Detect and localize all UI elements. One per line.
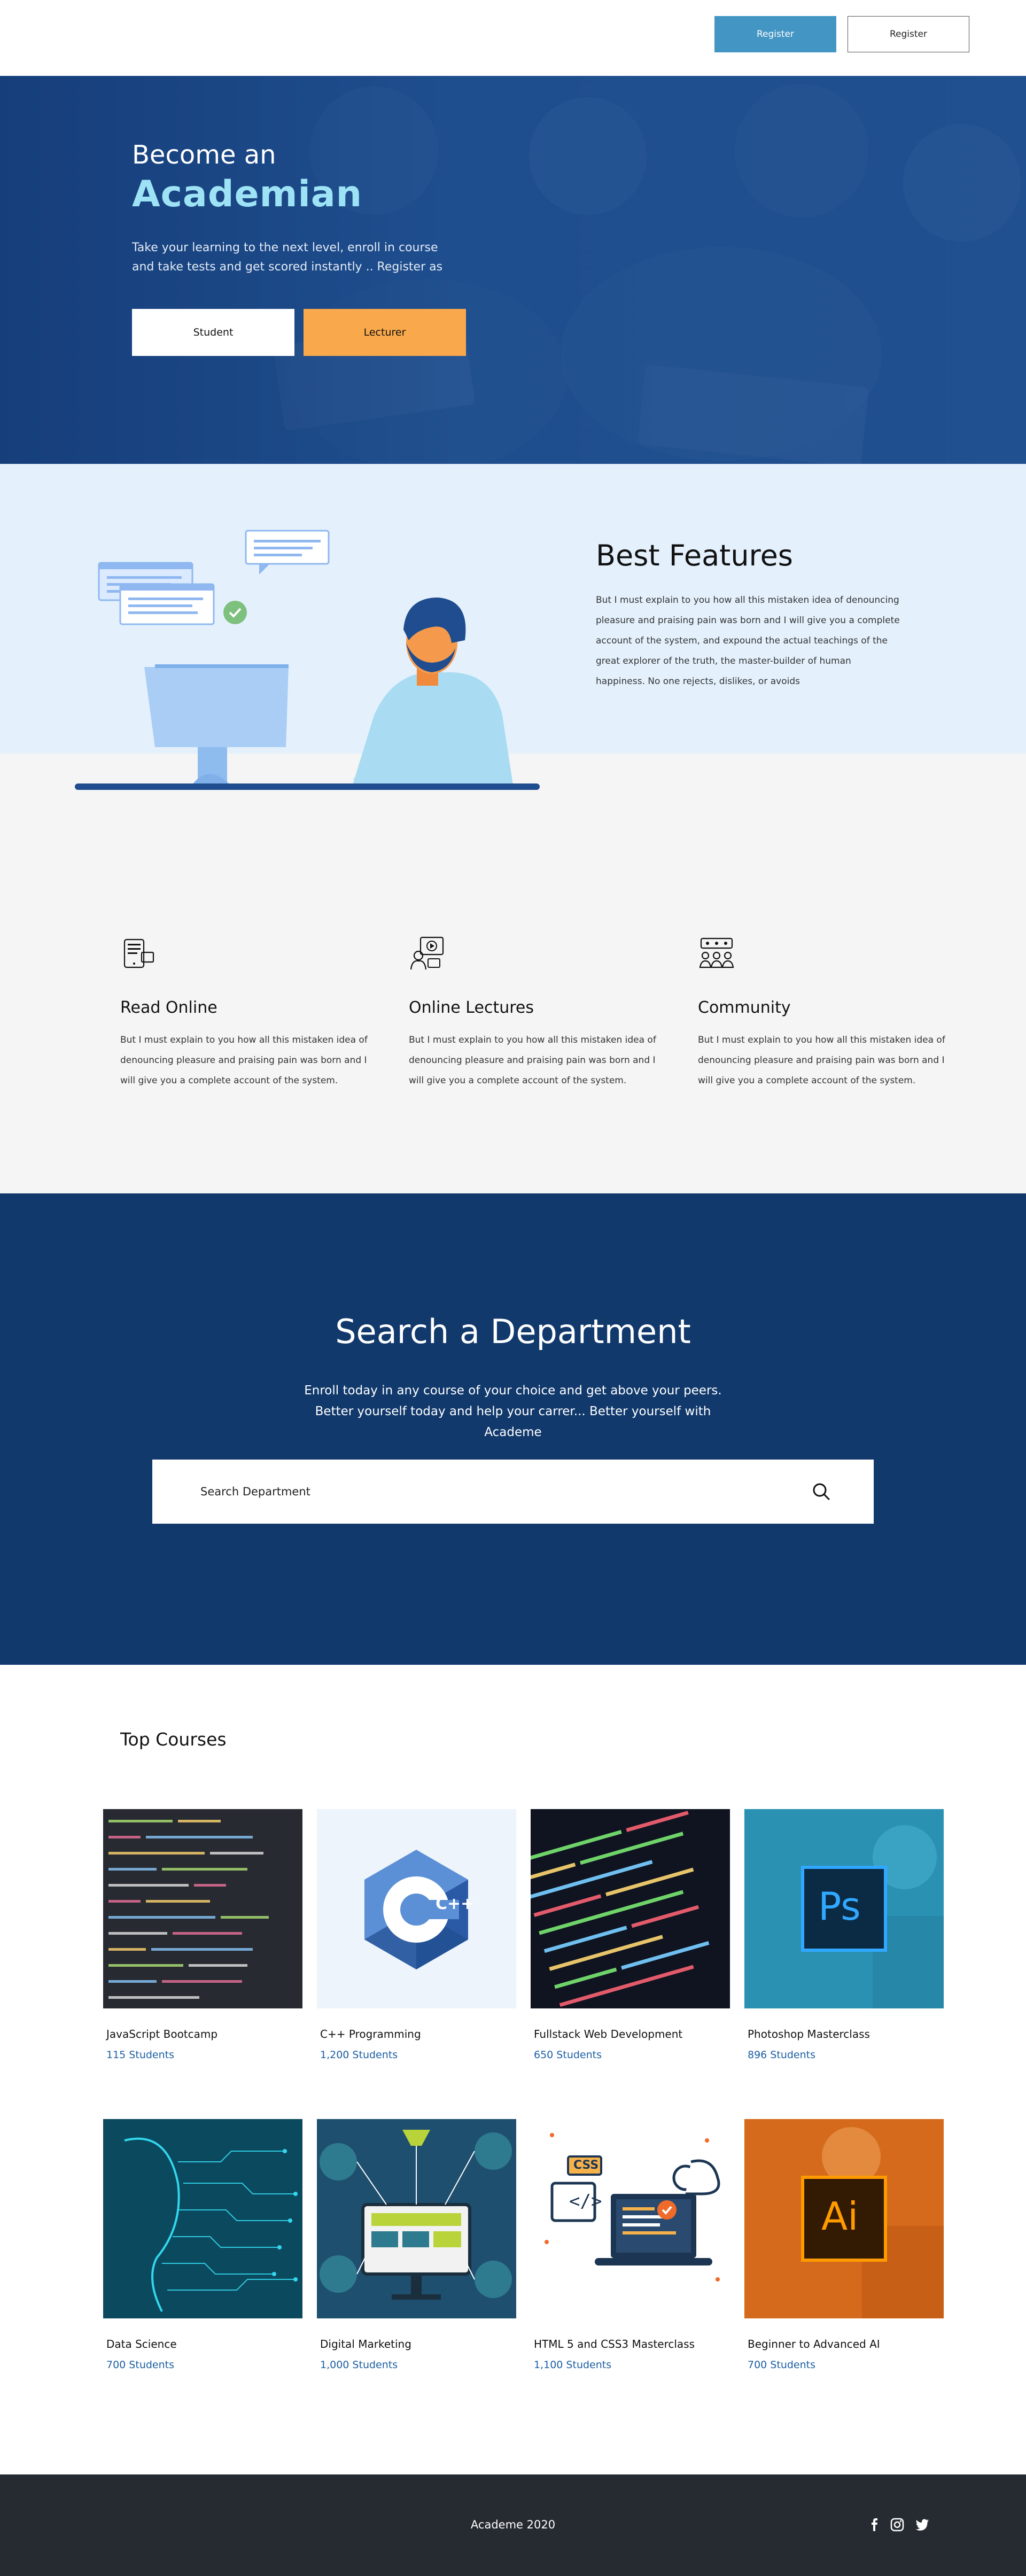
course-students: 896 Students (748, 2049, 815, 2061)
course-name: Beginner to Advanced AI (748, 2338, 880, 2350)
instagram-icon[interactable] (890, 2517, 905, 2532)
course-card[interactable]: JavaScript Bootcamp 115 Students (103, 1809, 302, 2061)
course-students: 1,200 Students (320, 2049, 398, 2061)
course-name: Digital Marketing (320, 2338, 411, 2350)
course-card[interactable]: Ps Photoshop Masterclass 896 Students (744, 1809, 944, 2061)
video-lecture-icon (410, 936, 444, 970)
features-section: Best Features But I must explain to you … (0, 464, 1026, 1193)
course-card[interactable]: C++ C++ Programming 1,200 Students (317, 1809, 516, 2061)
feature-title: Read Online (120, 998, 217, 1017)
course-name: JavaScript Bootcamp (106, 2028, 218, 2040)
feature-card: Community But I must explain to you how … (698, 934, 954, 1091)
feature-text: But I must explain to you how all this m… (409, 1035, 656, 1086)
search-section: Search a Department Enroll today in any … (0, 1193, 1026, 1665)
course-thumbnail (103, 1809, 302, 2008)
courses-section: Top Courses JavaScript Bootcamp 115 Stud… (0, 1665, 1026, 2474)
course-thumbnail: C++ (317, 1809, 516, 2008)
hero-description: Take your learning to the next level, en… (132, 241, 443, 274)
course-students: 1,000 Students (320, 2359, 398, 2371)
courses-title: Top Courses (120, 1729, 227, 1750)
course-thumbnail (531, 1809, 730, 2008)
tablet-reading-icon (123, 938, 154, 968)
hero-title-line2: Academian (132, 173, 363, 215)
hero-section: Become an Academian Take your learning t… (0, 76, 1026, 464)
footer: Academe 2020 (0, 2474, 1026, 2576)
course-students: 700 Students (106, 2359, 174, 2371)
feature-title: Community (698, 998, 791, 1017)
feature-card: Read Online But I must explain to you ho… (120, 934, 377, 1091)
best-features-title: Best Features (596, 539, 793, 572)
course-thumbnail: Ai (744, 2119, 944, 2318)
course-card[interactable]: Fullstack Web Development 650 Students (531, 1809, 730, 2061)
course-students: 650 Students (534, 2049, 602, 2061)
course-card[interactable]: Data Science 700 Students (103, 2119, 302, 2371)
course-thumbnail: Ps (744, 1809, 944, 2008)
developer-illustration (75, 530, 540, 790)
course-card[interactable]: </> CSS HTML 5 and CSS3 Masterclass 1,10… (531, 2119, 730, 2371)
css-logo-text: CSS (573, 2159, 599, 2172)
course-card[interactable]: Ai Beginner to Advanced AI 700 Students (744, 2119, 944, 2371)
course-students: 700 Students (748, 2359, 815, 2371)
course-students: 1,100 Students (534, 2359, 612, 2371)
illustrator-logo-text: Ai (821, 2194, 859, 2239)
cpp-logo-text: C++ (436, 1895, 475, 1913)
top-nav: Register Register (0, 0, 1026, 76)
student-button[interactable]: Student (132, 309, 294, 356)
svg-text:</>: </> (569, 2191, 602, 2212)
register-button-secondary[interactable]: Register (848, 16, 969, 52)
course-name: HTML 5 and CSS3 Masterclass (534, 2338, 695, 2350)
register-button-primary[interactable]: Register (714, 16, 836, 52)
course-students: 115 Students (106, 2049, 174, 2061)
course-thumbnail: </> CSS (531, 2119, 730, 2318)
feature-title: Online Lectures (409, 998, 534, 1017)
search-department-input[interactable] (200, 1460, 788, 1524)
best-features-text: But I must explain to you how all this m… (596, 595, 900, 687)
community-icon (699, 937, 734, 968)
course-name: Fullstack Web Development (534, 2028, 683, 2040)
search-title: Search a Department (335, 1312, 691, 1351)
course-thumbnail (317, 2119, 516, 2318)
course-card[interactable]: Digital Marketing 1,000 Students (317, 2119, 516, 2371)
twitter-icon[interactable] (915, 2517, 930, 2532)
course-name: Data Science (106, 2338, 177, 2350)
feature-text: But I must explain to you how all this m… (698, 1035, 945, 1086)
search-bar (152, 1460, 874, 1524)
lecturer-button[interactable]: Lecturer (304, 309, 466, 356)
feature-text: But I must explain to you how all this m… (120, 1035, 368, 1086)
photoshop-logo-text: Ps (818, 1884, 861, 1929)
facebook-icon[interactable] (867, 2517, 882, 2532)
feature-card: Online Lectures But I must explain to yo… (409, 934, 665, 1091)
course-name: Photoshop Masterclass (748, 2028, 870, 2040)
hero-title-line1: Become an (132, 140, 276, 170)
course-name: C++ Programming (320, 2028, 421, 2040)
search-description: Enroll today in any course of your choic… (304, 1384, 722, 1439)
search-icon[interactable] (812, 1482, 831, 1501)
course-thumbnail (103, 2119, 302, 2318)
